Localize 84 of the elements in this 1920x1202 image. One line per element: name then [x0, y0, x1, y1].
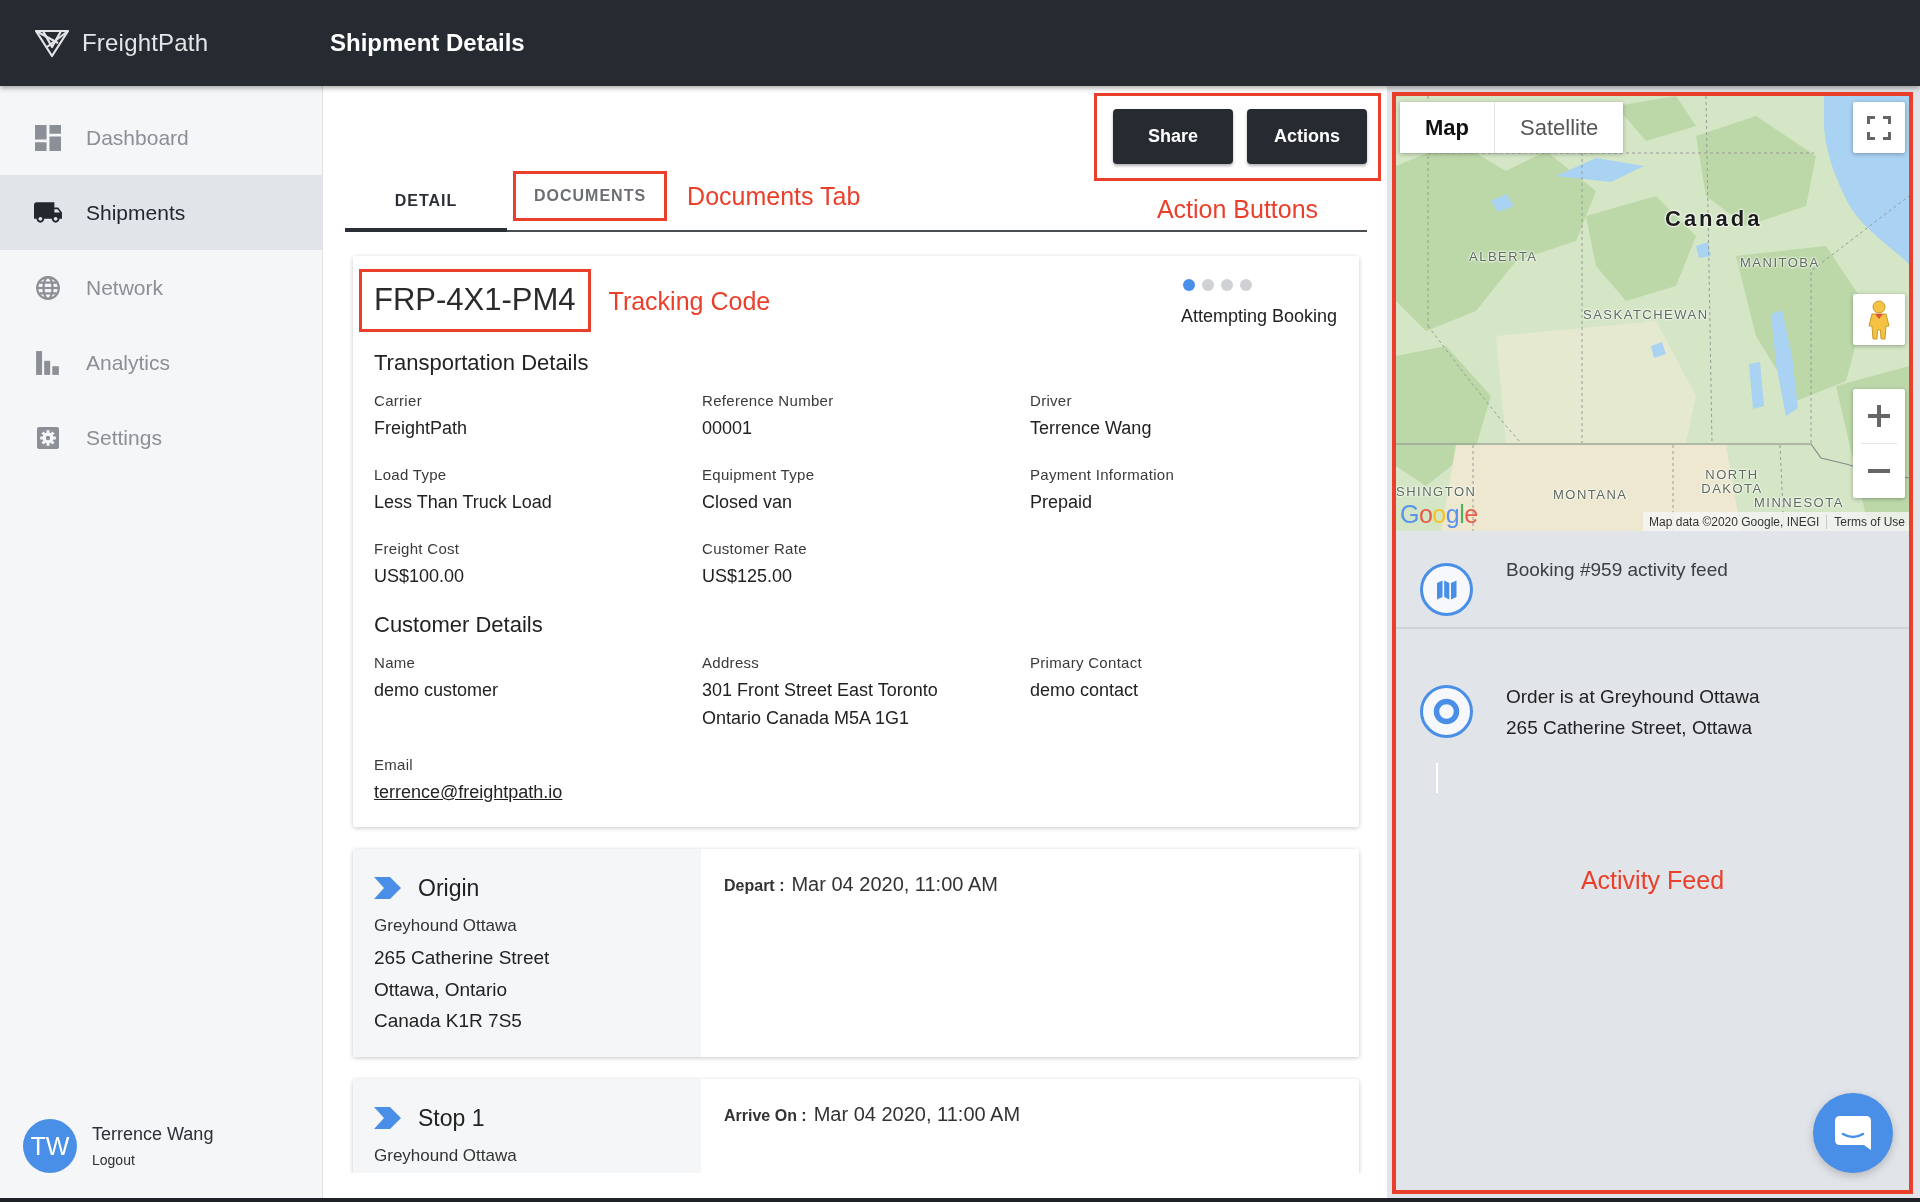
map-type-tab[interactable]: Map: [1400, 102, 1494, 153]
field-label: Customer Rate: [702, 539, 807, 559]
status-label: Attempting Booking: [1180, 305, 1337, 327]
field-label: Driver: [1030, 391, 1072, 411]
field-label: Payment Information: [1030, 465, 1175, 485]
brand-name: FreightPath: [82, 29, 209, 57]
field-label: Name: [374, 653, 416, 673]
chat-button[interactable]: [1813, 1093, 1893, 1173]
annotation-label: Documents Tab: [687, 182, 861, 210]
action-button[interactable]: Share: [1113, 109, 1233, 164]
map-label: ALBERTA: [1469, 250, 1538, 264]
globe-icon: [35, 274, 61, 301]
fullscreen-button[interactable]: [1853, 102, 1905, 153]
map-attribution: Map data ©2020 Google, INEGI: [1649, 514, 1820, 529]
map-label: Canada: [1665, 206, 1763, 232]
annotation-label: Tracking Code: [608, 286, 771, 315]
nav-item[interactable]: Shipments: [0, 175, 322, 250]
settings-icon: [36, 425, 60, 450]
field-value: Closed van: [702, 491, 793, 514]
field-label: Carrier: [374, 391, 422, 411]
chevron-icon: [374, 1107, 401, 1129]
field-label: Email: [374, 755, 413, 775]
logout-link[interactable]: Logout: [92, 1151, 135, 1169]
map-label: NORTH DAKOTA: [1700, 468, 1764, 496]
field-label: Primary Contact: [1030, 653, 1143, 673]
tab[interactable]: DOCUMENTS: [516, 174, 665, 218]
map-label: SASKATCHEWAN: [1583, 308, 1709, 322]
chat-icon: [1834, 1115, 1872, 1151]
terms-link[interactable]: Terms of Use: [1826, 514, 1905, 529]
logo-icon: [34, 28, 70, 58]
field-value: Terrence Wang: [1030, 417, 1152, 440]
map-label: MANITOBA: [1740, 256, 1820, 270]
map-label: MINNESOTA: [1754, 496, 1844, 510]
fullscreen-icon: [1867, 115, 1891, 140]
email-link[interactable]: terrence@freightpath.io: [374, 778, 563, 806]
map-icon: [1420, 563, 1473, 616]
field-label: Reference Number: [702, 391, 834, 411]
map-label: SHINGTON: [1396, 485, 1477, 499]
field-value: 301 Front Street East Toronto Ontario Canada M5A 1G1: [702, 679, 938, 730]
time-label: Depart :: [724, 876, 785, 896]
field-label: Equipment Type: [702, 465, 815, 485]
feed-subtitle: 265 Catherine Street, Ottawa: [1506, 716, 1753, 740]
feed-title: Order is at Greyhound Ottawa: [1506, 685, 1760, 709]
time-value: Mar 04 2020, 11:00 AM: [813, 1102, 1021, 1127]
field-value: 00001: [702, 417, 753, 440]
section-title: Transportation Details: [374, 349, 590, 377]
field-value: demo customer: [374, 679, 499, 702]
truck-icon: [34, 201, 62, 224]
field-value: US$100.00: [374, 565, 465, 588]
annotation-label: Action Buttons: [1156, 195, 1319, 223]
dashboard-icon: [35, 124, 61, 151]
ring-icon: [1420, 685, 1473, 738]
time-label: Arrive On :: [724, 1106, 807, 1126]
minus-icon: [1868, 469, 1890, 473]
field-value: Prepaid: [1030, 491, 1093, 514]
field-value: Less Than Truck Load: [374, 491, 552, 514]
field-value: FreightPath: [374, 417, 468, 440]
tracking-code: FRP-4X1-PM4: [374, 282, 576, 318]
stop-place: Greyhound Ottawa: [374, 1145, 518, 1167]
map-label: MONTANA: [1553, 488, 1628, 502]
field-label: Address: [702, 653, 760, 673]
field-value: demo contact: [1030, 679, 1139, 702]
plus-icon: [1868, 405, 1890, 427]
stop-address: 265 Catherine Street Ottawa, Ontario Canada K1R 7S5: [374, 946, 551, 1033]
chevron-icon: [374, 877, 401, 899]
stop-place: Greyhound Ottawa: [374, 915, 518, 937]
tab[interactable]: DETAIL: [345, 170, 507, 232]
map-type-tab[interactable]: Satellite: [1494, 102, 1624, 153]
user-name: Terrence Wang: [92, 1123, 214, 1145]
stop-title: Stop 1: [418, 1104, 485, 1133]
stop-title: Origin: [418, 874, 480, 903]
action-button[interactable]: Actions: [1247, 109, 1367, 164]
feed-title: Booking #959 activity feed: [1506, 558, 1728, 582]
user-avatar: TW: [23, 1119, 77, 1173]
map-provider-logo: Google: [1400, 500, 1478, 528]
field-value: US$125.00: [702, 565, 793, 588]
annotation-label: Activity Feed: [1580, 866, 1725, 894]
time-value: Mar 04 2020, 11:00 AM: [791, 872, 998, 897]
bar-chart-icon: [35, 349, 61, 376]
page-title: Shipment Details: [330, 29, 525, 57]
field-label: Load Type: [374, 465, 447, 485]
section-title: Customer Details: [374, 611, 544, 639]
field-label: Freight Cost: [374, 539, 460, 559]
person-icon: [1867, 299, 1891, 340]
